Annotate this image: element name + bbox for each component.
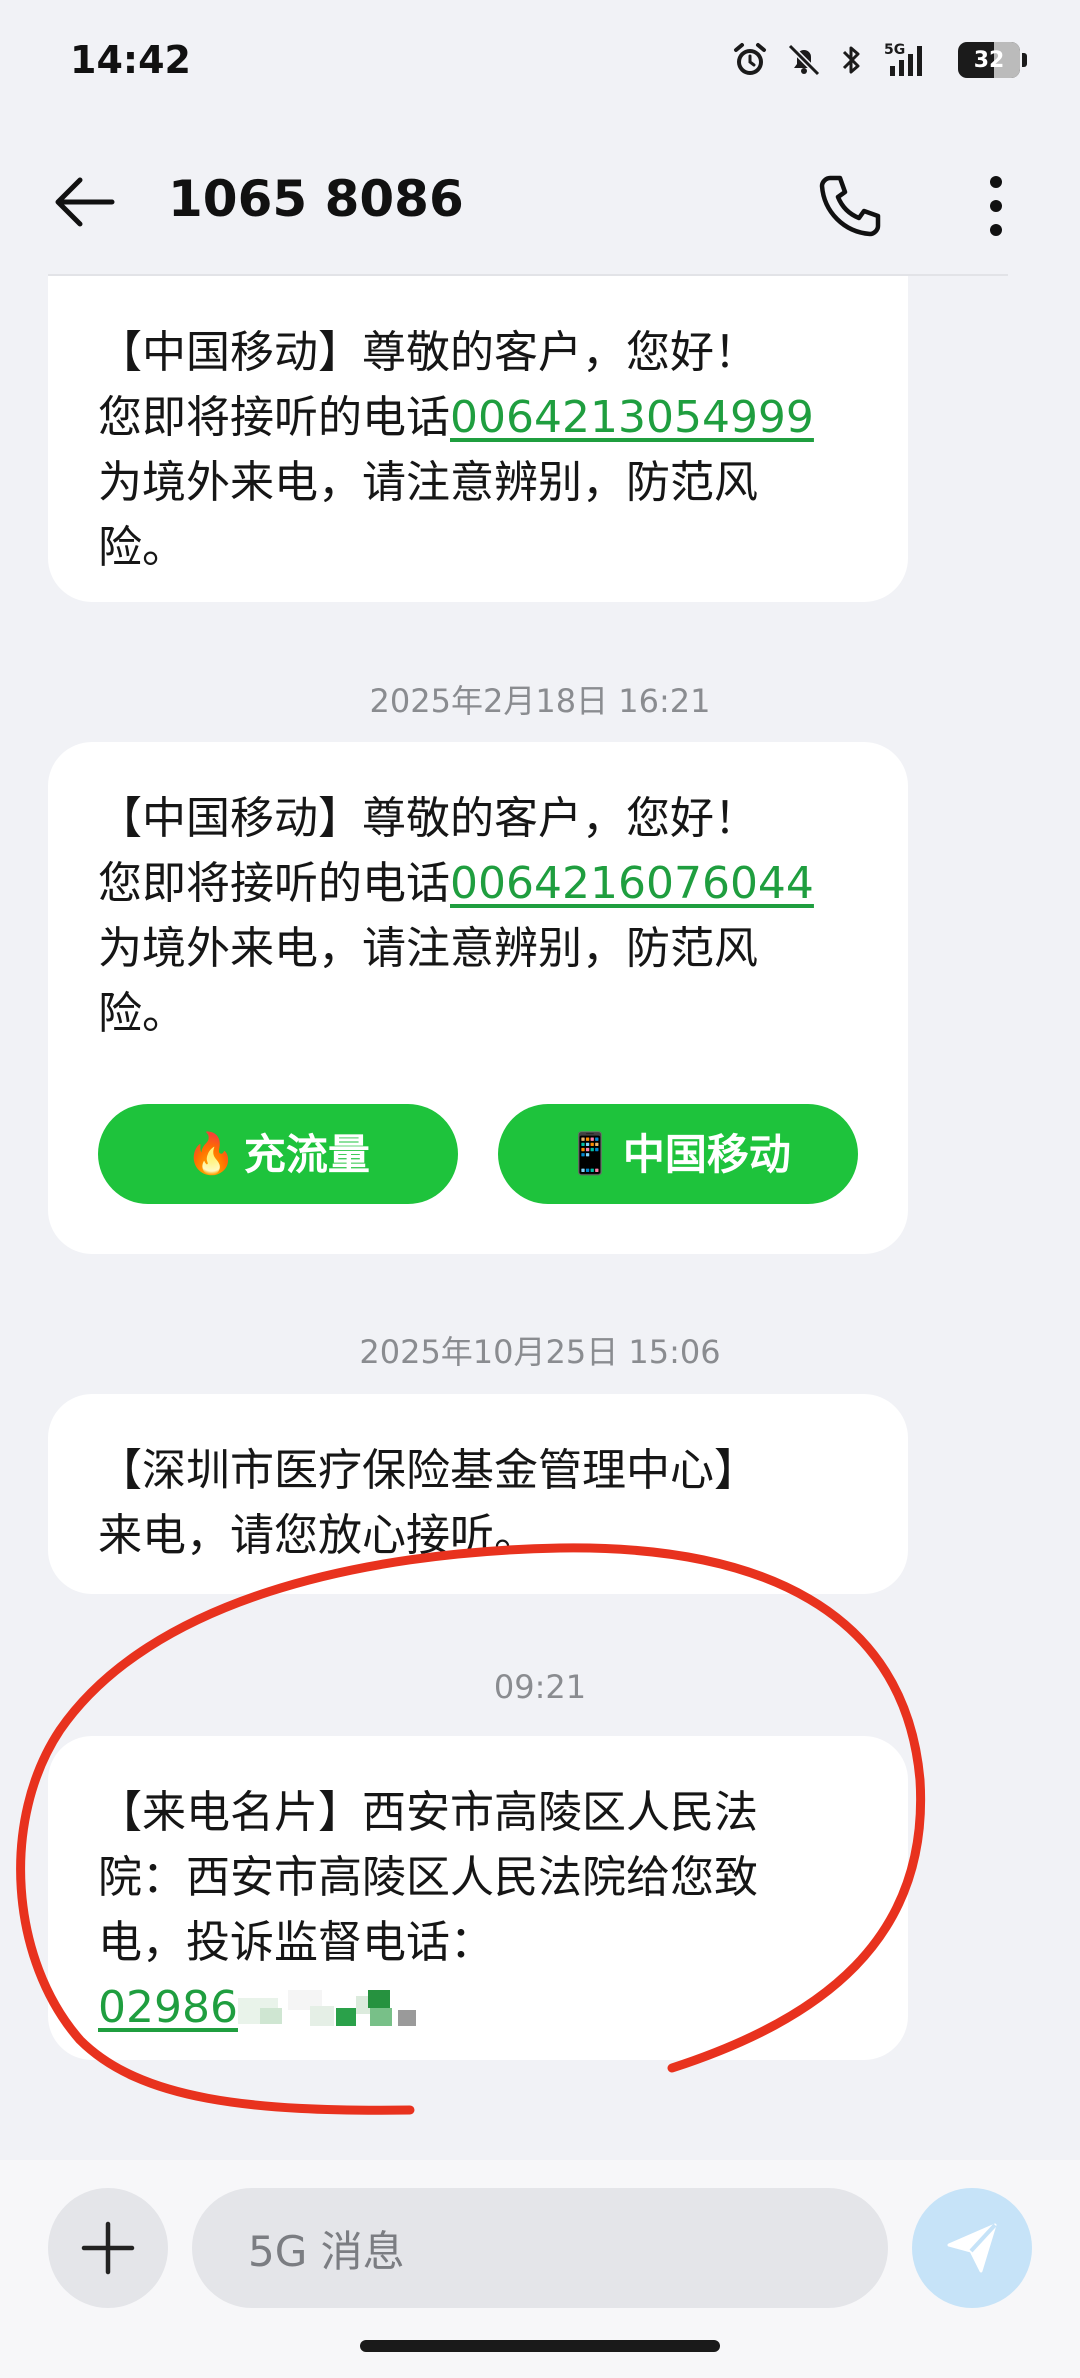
more-vertical-icon [990,176,1002,236]
mobile-phone-icon: 📱 [565,1130,615,1177]
action-label: 充流量 [243,1129,370,1179]
message-text: 【来电名片】西安市高陵区人民法 [98,1787,758,1838]
more-options-button[interactable] [966,166,1026,246]
message-text: 险。 [98,988,186,1039]
message-text: 您即将接听的电话 [98,392,450,443]
fire-icon: 🔥 [186,1130,236,1177]
message-text: 您即将接听的电话 [98,858,450,909]
message-text: 【中国移动】尊敬的客户，您好！ [98,793,758,844]
redacted-number [237,1990,438,2030]
send-icon [947,2223,997,2273]
message-bubble-4[interactable]: 【来电名片】西安市高陵区人民法 院：西安市高陵区人民法院给您致 电，投诉监督电话… [48,1736,908,2060]
call-button[interactable] [810,166,890,246]
message-bubble-3[interactable]: 【深圳市医疗保险基金管理中心】 来电，请您放心接听。 [48,1394,908,1594]
attach-button[interactable] [48,2188,168,2308]
network-label: 5G [884,42,905,58]
message-text: 【深圳市医疗保险基金管理中心】 [98,1445,758,1496]
message-actions: 🔥 充流量 📱 中国移动 [98,1104,858,1204]
message-bubble-2[interactable]: 【中国移动】尊敬的客户，您好！ 您即将接听的电话0064216076044 为境… [48,742,908,1254]
message-text: 为境外来电，请注意辨别，防范风 [98,923,758,974]
message-input-placeholder: 5G 消息 [248,2226,405,2276]
status-icons: 5G 32 [730,40,1027,80]
status-time: 14:42 [70,38,191,82]
message-text: 来电，请您放心接听。 [98,1510,538,1561]
message-text: 电，投诉监督电话： [98,1917,494,1968]
plus-icon [81,2221,135,2275]
phone-icon [819,175,881,237]
recharge-data-button[interactable]: 🔥 充流量 [98,1104,458,1204]
china-mobile-button[interactable]: 📱 中国移动 [498,1104,858,1204]
signal-icon: 5G [880,40,940,80]
phone-link[interactable]: 0064216076044 [450,858,814,909]
message-text: 【中国移动】尊敬的客户，您好！ [98,327,758,378]
message-text: 险。 [98,522,186,573]
status-bar: 14:42 5G 32 [0,0,1080,120]
message-timestamp: 2025年2月18日 16:21 [369,682,711,720]
action-label: 中国移动 [622,1129,791,1179]
phone-link[interactable]: 02986 [98,1982,238,2033]
send-button[interactable] [912,2188,1032,2308]
message-text: 院：西安市高陵区人民法院给您致 [98,1852,758,1903]
phone-link[interactable]: 0064213054999 [450,392,814,443]
alarm-icon [730,40,770,80]
battery-icon: 32 [958,42,1027,78]
message-input[interactable]: 5G 消息 [192,2188,888,2308]
bluetooth-icon [838,40,866,80]
message-text: 为境外来电，请注意辨别，防范风 [98,457,758,508]
message-bubble-1[interactable]: 【中国移动】尊敬的客户，您好！ 您即将接听的电话0064213054999 为境… [48,276,908,602]
back-button[interactable] [48,166,120,238]
screen: 14:42 5G 32 1065 8086 【中国移动】尊敬的客户，您好！ 您即… [0,0,1080,2378]
back-arrow-icon [55,177,115,227]
home-indicator[interactable] [360,2340,720,2352]
message-timestamp: 09:21 [493,1668,587,1706]
conversation-header: 1065 8086 [0,130,1080,270]
battery-level: 32 [973,47,1005,73]
contact-number: 1065 8086 [168,170,464,228]
message-timestamp: 2025年10月25日 15:06 [359,1333,721,1371]
mute-icon [784,40,824,80]
